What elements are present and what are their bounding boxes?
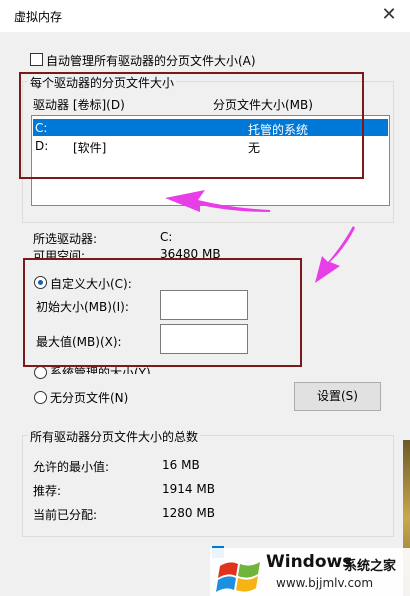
watermark-url: www.bjjmlv.com	[276, 576, 374, 590]
watermark: Windows 系统之家 www.bjjmlv.com	[210, 548, 410, 596]
watermark-brand: Windows	[266, 552, 353, 572]
watermark-site-cn: 系统之家	[344, 559, 397, 574]
arrow-left-icon	[165, 190, 270, 212]
windows-logo-icon	[216, 562, 260, 592]
arrow-down-left-icon	[315, 226, 355, 283]
annotation-arrows	[165, 190, 355, 283]
